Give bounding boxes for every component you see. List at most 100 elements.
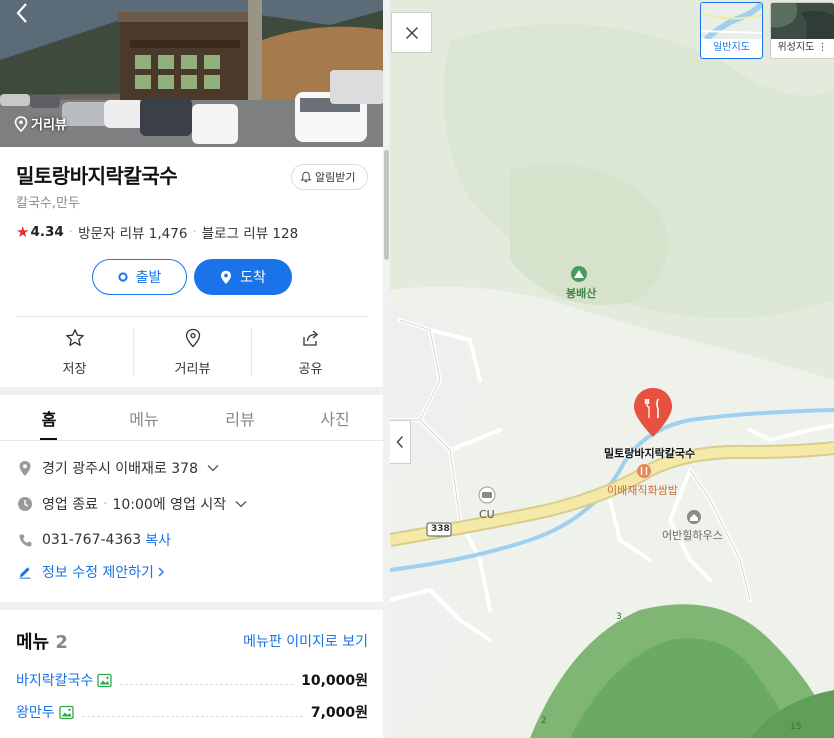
section-gap (0, 387, 384, 395)
notify-label: 알림받기 (315, 171, 356, 184)
poi-cu-label[interactable]: CU (479, 508, 495, 521)
route-arrive-label: 도착 (240, 270, 266, 286)
menu-image-link[interactable]: 메뉴판 이미지로 보기 (243, 631, 368, 651)
leader-line (120, 676, 294, 685)
bell-icon (300, 171, 312, 183)
location-pin-icon (16, 460, 34, 477)
close-icon (405, 26, 418, 39)
chevron-down-icon (207, 465, 219, 472)
menu-title: 메뉴 (16, 632, 50, 653)
phone-icon (16, 533, 34, 548)
scrollbar-thumb[interactable] (384, 150, 389, 260)
maptype-normal-button[interactable]: 일반지도 (700, 2, 763, 59)
blog-review-count: 128 (272, 226, 299, 242)
separator-dot: · (102, 496, 108, 512)
streetview-label: 거리뷰 (31, 118, 67, 133)
divider (0, 440, 384, 441)
contour-label: 2 (541, 716, 547, 726)
maptype-satellite-text: 위성지도 (777, 42, 815, 53)
leader-line (81, 708, 303, 717)
edit-suggestion-label: 정보 수정 제안하기 (42, 565, 154, 581)
route-start-label: 출발 (135, 270, 162, 286)
close-panel-button[interactable] (391, 12, 432, 53)
save-label: 저장 (62, 362, 87, 377)
maptype-satellite-label: 위성지도 ⋮ (771, 38, 834, 53)
star-outline-icon (65, 329, 84, 346)
tab-photo[interactable]: 사진 (290, 406, 380, 430)
poi-restaurant-label[interactable]: 이배재직화쌈밥 (607, 482, 678, 498)
visitor-review-link[interactable]: 방문자 리뷰 1,476 (78, 222, 187, 242)
place-category: 칼국수,만두 (16, 196, 80, 211)
back-button[interactable] (12, 2, 34, 24)
streetview-button[interactable]: 거리뷰 (14, 114, 67, 133)
hours-status: 영업 종료 (42, 497, 98, 513)
place-photo[interactable]: 거리뷰 (0, 0, 384, 147)
rating-row: ★ 4.34 · 방문자 리뷰 1,476 · 블로그 리뷰 128 (16, 222, 298, 242)
address-text: 경기 광주시 이배재로 378 (42, 461, 198, 477)
visitor-review-count: 1,476 (148, 226, 188, 242)
share-icon (302, 330, 318, 346)
route-arrive-button[interactable]: 도착 (194, 259, 292, 295)
location-pin-icon (14, 115, 28, 132)
notify-button[interactable]: 알림받기 (291, 164, 368, 190)
tab-menu[interactable]: 메뉴 (99, 406, 189, 430)
section-gap (0, 602, 384, 610)
place-detail-panel: 거리뷰 밀토랑바지락칼국수 알림받기 칼국수,만두 ★ 4.34 · 방문자 리… (0, 0, 384, 738)
edit-suggestion-link[interactable]: 정보 수정 제안하기 (16, 562, 165, 582)
route-start-button[interactable]: 출발 (92, 259, 187, 295)
visitor-review-label: 방문자 리뷰 (78, 226, 145, 242)
save-button[interactable]: 저장 (16, 328, 133, 377)
collapse-panel-button[interactable] (390, 420, 411, 464)
blog-review-link[interactable]: 블로그 리뷰 128 (202, 222, 298, 242)
clock-icon (16, 496, 34, 512)
menu-item[interactable]: 왕만두 7,000원 (16, 702, 368, 722)
address-row[interactable]: 경기 광주시 이배재로 378 (16, 458, 220, 478)
image-icon[interactable] (58, 705, 74, 720)
maptype-satellite-button[interactable]: 위성지도 ⋮ (770, 2, 834, 59)
map-terrain (390, 0, 834, 738)
maptype-normal-label: 일반지도 (713, 42, 750, 53)
tab-home[interactable]: 홈 (4, 406, 94, 430)
menu-section-title: 메뉴 2 (16, 628, 68, 654)
hours-next: 10:00에 영업 시작 (112, 497, 227, 513)
menu-count: 2 (55, 632, 68, 653)
phone-row: 031-767-4363 복사 (16, 530, 171, 550)
image-icon[interactable] (97, 673, 112, 688)
divider (16, 316, 368, 317)
separator-dot: · (68, 224, 74, 240)
copy-phone-button[interactable]: 복사 (145, 530, 171, 550)
star-icon: ★ (16, 223, 30, 241)
chevron-right-icon (158, 567, 164, 577)
pencil-icon (16, 565, 34, 579)
destination-pin-icon (221, 270, 232, 284)
location-pin-icon (185, 328, 200, 348)
menu-item-price: 10,000원 (301, 673, 368, 689)
separator-dot: · (192, 224, 197, 240)
menu-item-name[interactable]: 바지락칼국수 (16, 670, 93, 690)
panel-scrollbar[interactable] (383, 0, 390, 738)
origin-dot-icon (118, 272, 128, 282)
menu-item-name[interactable]: 왕만두 (16, 702, 55, 722)
chevron-left-icon (396, 436, 404, 448)
streetview-action-button[interactable]: 거리뷰 (134, 328, 251, 377)
pin-label[interactable]: 밀토랑바지락칼국수 (604, 445, 695, 461)
share-label: 공유 (298, 362, 323, 377)
more-options-icon[interactable]: ⋮ (818, 42, 828, 53)
phone-number[interactable]: 031-767-4363 (42, 532, 141, 548)
poi-lodging-label[interactable]: 어반힐하우스 (662, 527, 723, 543)
chevron-left-icon (16, 3, 27, 23)
menu-item[interactable]: 바지락칼국수 10,000원 (16, 670, 368, 690)
share-button[interactable]: 공유 (252, 328, 369, 377)
tab-review[interactable]: 리뷰 (195, 406, 285, 430)
place-title: 밀토랑바지락칼국수 (16, 164, 178, 188)
normal-map-thumbnail (701, 3, 762, 39)
menu-item-price: 7,000원 (310, 705, 368, 721)
contour-label: 3 (616, 612, 622, 622)
mountain-label[interactable]: 봉배산 (566, 285, 596, 301)
chevron-down-icon (235, 501, 247, 508)
hours-row[interactable]: 영업 종료 · 10:00에 영업 시작 (16, 494, 248, 514)
rating-score: 4.34 (30, 224, 64, 240)
map-canvas[interactable]: 봉배산 밀토랑바지락칼국수 이배재직화쌈밥 어반힐하우스 CU 338 3 2 … (390, 0, 834, 738)
contour-label: 15 (790, 722, 802, 732)
blog-review-label: 블로그 리뷰 (201, 226, 269, 242)
